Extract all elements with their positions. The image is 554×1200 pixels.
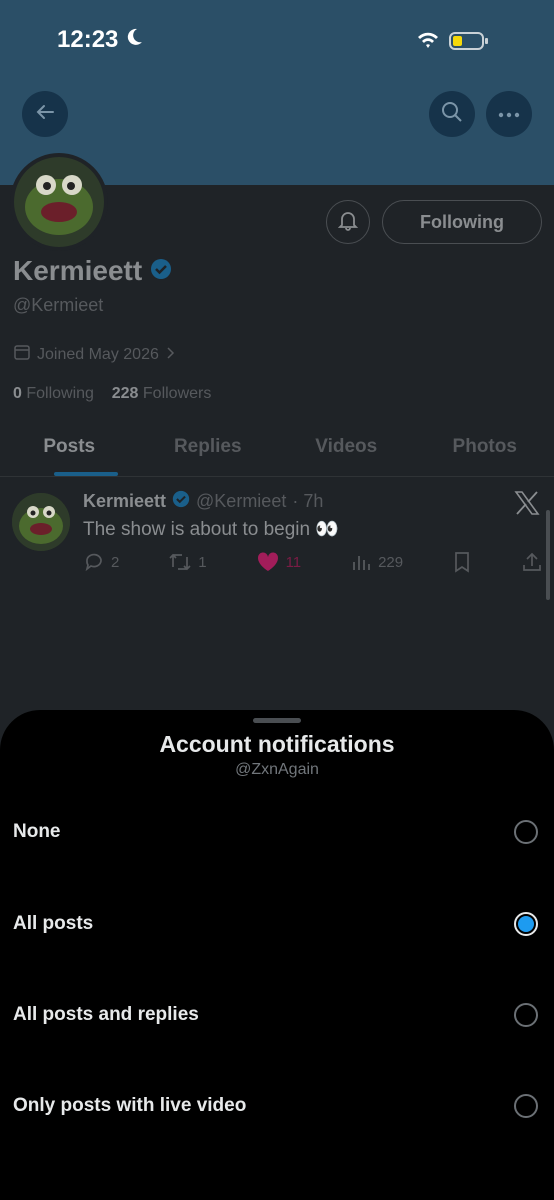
repost-action[interactable]: 1: [168, 551, 207, 573]
option-all-posts[interactable]: All posts: [0, 884, 554, 964]
follow-stats: 0 Following 228 Followers: [13, 385, 211, 403]
profile-name: Kermieett: [13, 255, 172, 287]
following-link[interactable]: 0 Following: [13, 385, 94, 402]
tab-photos[interactable]: Photos: [416, 430, 554, 476]
following-button[interactable]: Following: [382, 200, 542, 244]
status-bar-time: 12:23: [57, 26, 144, 54]
wifi-icon: [416, 30, 440, 55]
sheet-drag-handle[interactable]: [253, 718, 301, 723]
bell-check-icon: [337, 209, 359, 236]
radio-dot: [518, 916, 534, 932]
tab-videos[interactable]: Videos: [277, 430, 416, 476]
joined-text: Joined May 2026: [37, 345, 159, 363]
views-count: 229: [378, 553, 404, 571]
radio-unselected[interactable]: [514, 820, 538, 844]
repost-count: 1: [198, 553, 207, 571]
bookmark-action[interactable]: [452, 551, 472, 573]
tab-posts[interactable]: Posts: [0, 430, 139, 476]
post-time: · 7h: [292, 491, 324, 511]
profile-tabs: Posts Replies Videos Photos: [0, 430, 554, 477]
option-label: None: [13, 821, 61, 842]
post-avatar[interactable]: [12, 493, 70, 551]
followers-link[interactable]: 228 Followers: [112, 385, 212, 402]
back-button[interactable]: [22, 91, 68, 137]
analytics-icon: [353, 556, 370, 570]
post-author-name[interactable]: Kermieett: [83, 491, 166, 512]
share-action[interactable]: [521, 551, 543, 573]
more-horizontal-icon: [498, 105, 520, 123]
reply-action[interactable]: 2: [83, 551, 119, 573]
share-icon: [523, 552, 541, 571]
notifications-bell-button[interactable]: [326, 200, 370, 244]
repost-icon: [169, 553, 191, 571]
x-logo-icon: [514, 491, 540, 522]
radio-unselected[interactable]: [514, 1003, 538, 1027]
chevron-right-icon: [165, 346, 175, 364]
post-text: The show is about to begin 👀: [83, 519, 340, 540]
sheet-subtitle: @ZxnAgain: [235, 761, 319, 778]
views-action[interactable]: 229: [350, 551, 403, 573]
search-icon: [440, 100, 464, 129]
option-label: All posts: [13, 913, 94, 934]
verified-badge-icon: [150, 255, 172, 287]
scrollbar[interactable]: [546, 510, 550, 600]
reply-icon: [85, 553, 102, 572]
option-live-video[interactable]: Only posts with live video: [0, 1066, 554, 1146]
reply-count: 2: [111, 553, 120, 571]
option-label: All posts and replies: [13, 1004, 199, 1025]
like-action[interactable]: 11: [256, 551, 302, 573]
battery-icon: [449, 31, 489, 56]
radio-unselected[interactable]: [514, 1094, 538, 1118]
option-label: Only posts with live video: [13, 1095, 247, 1116]
calendar-icon: [13, 343, 31, 366]
moon-icon: [124, 26, 144, 54]
verified-badge-icon: [172, 490, 190, 513]
joined-date[interactable]: Joined May 2026: [13, 343, 175, 366]
post-header: Kermieett @Kermieet · 7h: [83, 490, 323, 513]
radio-selected[interactable]: [514, 912, 538, 936]
tab-replies[interactable]: Replies: [139, 430, 278, 476]
like-count: 11: [285, 553, 302, 571]
sheet-title: Account notifications: [159, 731, 395, 757]
bookmark-icon: [455, 552, 469, 573]
profile-name-text: Kermieett: [13, 255, 143, 286]
clock-text: 12:23: [57, 26, 119, 53]
profile-avatar[interactable]: [10, 153, 108, 251]
profile-handle: @Kermieet: [13, 295, 104, 315]
more-button[interactable]: [486, 91, 532, 137]
arrow-left-icon: [34, 101, 56, 128]
search-button[interactable]: [429, 91, 475, 137]
heart-icon: [257, 552, 278, 571]
option-all-posts-and-replies[interactable]: All posts and replies: [0, 975, 554, 1055]
post-actions: 2 1 11 229: [83, 551, 543, 573]
post-author-handle: @Kermieet: [196, 491, 287, 511]
option-none[interactable]: None: [0, 792, 554, 872]
